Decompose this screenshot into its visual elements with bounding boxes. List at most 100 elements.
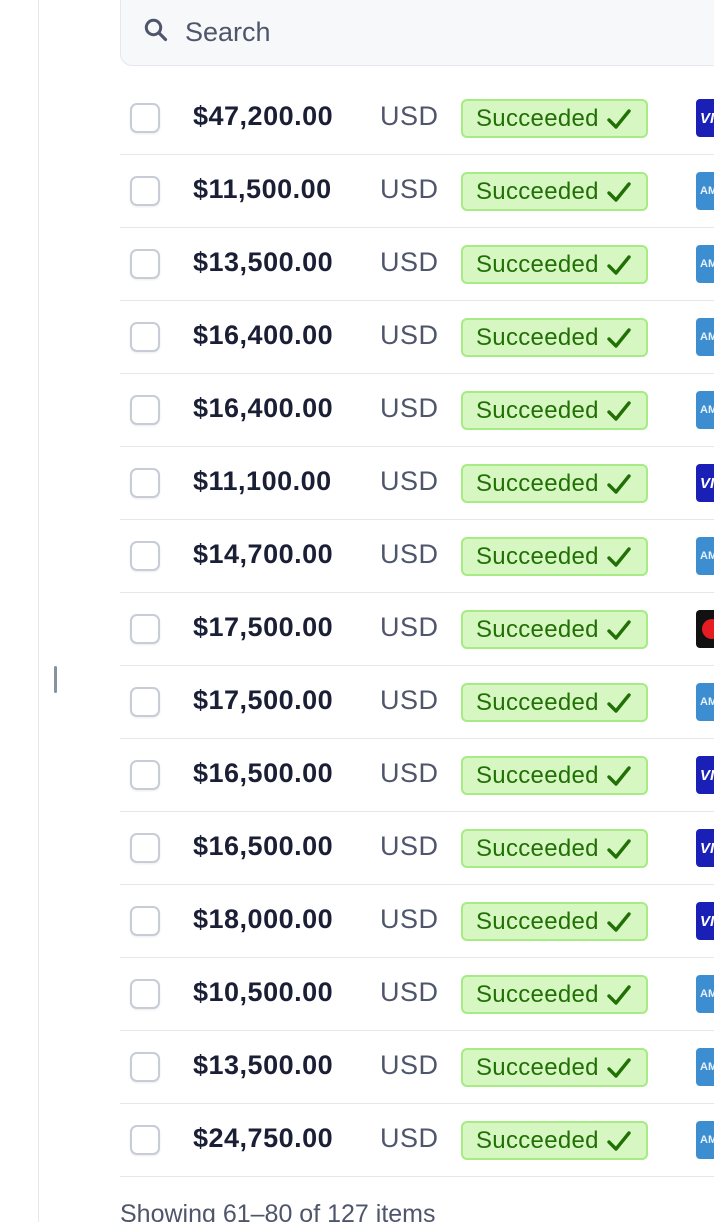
row-checkbox[interactable]: [130, 176, 160, 206]
card-brand-text: AM: [700, 185, 714, 197]
status-badge: Succeeded: [461, 902, 648, 941]
payment-amount: $14,700.00: [193, 539, 334, 569]
amex-card-icon: AM: [696, 537, 714, 575]
payment-amount: $17,500.00: [193, 685, 334, 715]
row-checkbox[interactable]: [130, 322, 160, 352]
visa-card-icon: VI: [696, 99, 714, 137]
payments-page: $47,200.00 USD Succeeded VI $11,500.00 USD Suc…: [0, 0, 714, 1222]
card-brand-text: AM: [700, 1061, 714, 1073]
card-brand-text: AM: [700, 331, 714, 343]
checkmark-icon: [607, 1057, 631, 1078]
table-row[interactable]: $11,500.00 USD Succeeded AM: [120, 155, 714, 228]
status-badge-label: Succeeded: [476, 177, 599, 205]
row-checkbox[interactable]: [130, 1125, 160, 1155]
card-brand-text: AM: [700, 696, 714, 708]
status-badge: Succeeded: [461, 829, 648, 868]
card-brand-text: VI: [700, 766, 714, 784]
row-checkbox[interactable]: [130, 1052, 160, 1082]
checkmark-icon: [607, 254, 631, 275]
status-badge: Succeeded: [461, 391, 648, 430]
row-checkbox[interactable]: [130, 395, 160, 425]
table-row[interactable]: $17,500.00 USD Succeeded: [120, 593, 714, 666]
mastercard-circle-icon: [702, 619, 714, 639]
status-badge-label: Succeeded: [476, 1126, 599, 1154]
amex-card-icon: AM: [696, 1121, 714, 1159]
payment-amount: $13,500.00: [193, 247, 334, 277]
status-badge-label: Succeeded: [476, 615, 599, 643]
amex-card-icon: AM: [696, 391, 714, 429]
row-checkbox[interactable]: [130, 614, 160, 644]
payment-currency: USD: [380, 393, 439, 423]
status-badge-label: Succeeded: [476, 542, 599, 570]
payment-amount: $16,500.00: [193, 758, 334, 788]
status-badge-label: Succeeded: [476, 469, 599, 497]
card-brand-text: VI: [700, 474, 714, 492]
payments-panel: $47,200.00 USD Succeeded VI $11,500.00 USD Suc…: [120, 0, 714, 1177]
row-checkbox[interactable]: [130, 103, 160, 133]
search-bar[interactable]: [120, 0, 714, 66]
payment-currency: USD: [380, 685, 439, 715]
mastercard-card-icon: [696, 610, 714, 648]
status-badge-label: Succeeded: [476, 323, 599, 351]
payment-amount: $17,500.00: [193, 612, 334, 642]
row-checkbox[interactable]: [130, 979, 160, 1009]
visa-card-icon: VI: [696, 902, 714, 940]
amex-card-icon: AM: [696, 172, 714, 210]
payment-currency: USD: [380, 758, 439, 788]
checkmark-icon: [607, 400, 631, 421]
left-rail-divider: [38, 0, 39, 1222]
payment-currency: USD: [380, 466, 439, 496]
status-badge: Succeeded: [461, 1121, 648, 1160]
row-checkbox[interactable]: [130, 687, 160, 717]
status-badge-label: Succeeded: [476, 250, 599, 278]
amex-card-icon: AM: [696, 683, 714, 721]
table-row[interactable]: $24,750.00 USD Succeeded AM: [120, 1104, 714, 1177]
status-badge: Succeeded: [461, 318, 648, 357]
table-row[interactable]: $14,700.00 USD Succeeded AM: [120, 520, 714, 593]
row-checkbox[interactable]: [130, 249, 160, 279]
row-checkbox[interactable]: [130, 833, 160, 863]
visa-card-icon: VI: [696, 464, 714, 502]
payment-amount: $24,750.00: [193, 1123, 334, 1153]
payment-currency: USD: [380, 904, 439, 934]
table-row[interactable]: $16,500.00 USD Succeeded VI: [120, 739, 714, 812]
table-row[interactable]: $16,400.00 USD Succeeded AM: [120, 374, 714, 447]
card-brand-text: VI: [700, 912, 714, 930]
table-row[interactable]: $13,500.00 USD Succeeded AM: [120, 1031, 714, 1104]
pagination-summary: Showing 61–80 of 127 items: [120, 1200, 436, 1222]
payment-currency: USD: [380, 831, 439, 861]
table-row[interactable]: $10,500.00 USD Succeeded AM: [120, 958, 714, 1031]
card-brand-text: VI: [700, 839, 714, 857]
checkmark-icon: [607, 546, 631, 567]
table-row[interactable]: $18,000.00 USD Succeeded VI: [120, 885, 714, 958]
payments-table: $47,200.00 USD Succeeded VI $11,500.00 USD Suc…: [120, 82, 714, 1177]
table-row[interactable]: $16,500.00 USD Succeeded VI: [120, 812, 714, 885]
checkmark-icon: [607, 692, 631, 713]
payment-currency: USD: [380, 1050, 439, 1080]
table-row[interactable]: $47,200.00 USD Succeeded VI: [120, 82, 714, 155]
table-row[interactable]: $17,500.00 USD Succeeded AM: [120, 666, 714, 739]
payment-amount: $10,500.00: [193, 977, 334, 1007]
row-checkbox[interactable]: [130, 760, 160, 790]
payment-amount: $16,400.00: [193, 320, 334, 350]
checkmark-icon: [607, 473, 631, 494]
payment-currency: USD: [380, 101, 439, 131]
status-badge-label: Succeeded: [476, 688, 599, 716]
payment-currency: USD: [380, 247, 439, 277]
table-row[interactable]: $13,500.00 USD Succeeded AM: [120, 228, 714, 301]
resize-handle[interactable]: [54, 666, 57, 693]
search-input[interactable]: [185, 13, 705, 51]
table-row[interactable]: $16,400.00 USD Succeeded AM: [120, 301, 714, 374]
payment-amount: $11,100.00: [193, 466, 332, 496]
row-checkbox[interactable]: [130, 906, 160, 936]
payment-amount: $16,400.00: [193, 393, 334, 423]
checkmark-icon: [607, 984, 631, 1005]
card-brand-text: AM: [700, 258, 714, 270]
row-checkbox[interactable]: [130, 468, 160, 498]
amex-card-icon: AM: [696, 245, 714, 283]
payment-currency: USD: [380, 1123, 439, 1153]
card-brand-text: AM: [700, 988, 714, 1000]
table-row[interactable]: $11,100.00 USD Succeeded VI: [120, 447, 714, 520]
payment-currency: USD: [380, 174, 439, 204]
row-checkbox[interactable]: [130, 541, 160, 571]
